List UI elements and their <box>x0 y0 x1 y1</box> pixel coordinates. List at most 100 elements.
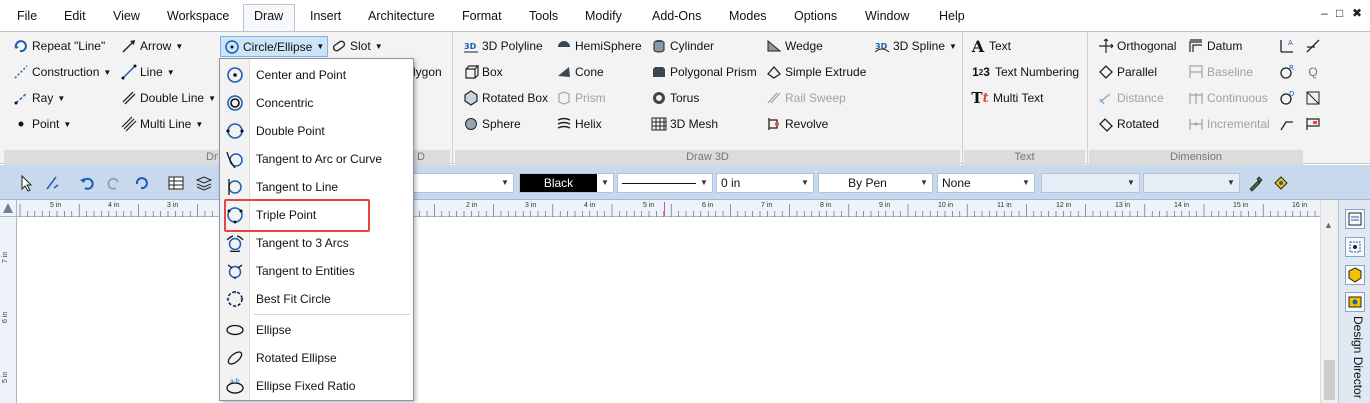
spreadsheet-icon[interactable] <box>167 174 185 192</box>
repeat-line-button[interactable]: Repeat "Line" <box>13 35 105 57</box>
resources-panel-icon[interactable] <box>1345 292 1365 312</box>
menu-item-tangent-to-arc-or-curve[interactable]: Tangent to Arc or Curve <box>220 146 413 172</box>
menu-format[interactable]: Format <box>462 9 502 23</box>
fill-select[interactable]: None ▼ <box>937 173 1035 193</box>
multi-text-button[interactable]: Tt Multi Text <box>970 87 1043 109</box>
rail-sweep-button[interactable]: Rail Sweep <box>766 87 846 109</box>
cube-panel-icon[interactable] <box>1345 265 1365 285</box>
pen-select[interactable]: By Pen ▼ <box>818 173 933 193</box>
menu-item-best-fit-circle[interactable]: Best Fit Circle <box>220 286 413 312</box>
selection-panel-icon[interactable] <box>1345 237 1365 257</box>
menu-item-tangent-to-entities[interactable]: Tangent to Entities <box>220 258 413 284</box>
menu-item-center-and-point[interactable]: Center and Point <box>220 62 413 88</box>
ruler-origin[interactable] <box>0 200 17 217</box>
text-button[interactable]: A Text <box>970 35 1011 57</box>
menu-architecture[interactable]: Architecture <box>368 9 435 23</box>
text-numbering-button[interactable]: 123 Text Numbering <box>970 61 1079 83</box>
menu-item-double-point[interactable]: Double Point <box>220 118 413 144</box>
hemisphere-button[interactable]: HemiSphere <box>556 35 642 57</box>
redo-icon[interactable] <box>105 174 123 192</box>
pattern-select[interactable]: ▼ <box>410 173 514 193</box>
menu-add-ons[interactable]: Add-Ons <box>652 9 701 23</box>
3d-spline-button[interactable]: 3D 3D Spline ▼ <box>874 35 957 57</box>
radius-dimension-button[interactable]: R <box>1279 61 1295 83</box>
menu-item-concentric[interactable]: Concentric <box>220 90 413 116</box>
drawing-canvas[interactable] <box>17 217 1320 403</box>
vertical-scrollbar[interactable]: ▲ <box>1320 200 1338 403</box>
menu-help[interactable]: Help <box>939 9 965 23</box>
ray-button[interactable]: Ray ▼ <box>13 87 65 109</box>
parallel-button[interactable]: Parallel <box>1098 61 1157 83</box>
line-style-select[interactable]: ▼ <box>617 173 713 193</box>
menu-edit[interactable]: Edit <box>64 9 86 23</box>
scroll-up-icon[interactable]: ▲ <box>1324 220 1333 230</box>
thickness-select[interactable]: 0 in ▼ <box>716 173 814 193</box>
menu-item-rotated-ellipse[interactable]: Rotated Ellipse <box>220 345 413 371</box>
menu-view[interactable]: View <box>113 9 140 23</box>
arrow-button[interactable]: Arrow ▼ <box>121 35 183 57</box>
wedge-button[interactable]: Wedge <box>766 35 823 57</box>
slot-button[interactable]: Slot ▼ <box>331 35 383 57</box>
torus-button[interactable]: Torus <box>651 87 699 109</box>
layer-select[interactable]: ▼ <box>1041 173 1140 193</box>
close-button[interactable]: ✖ <box>1352 6 1362 20</box>
menu-workspace[interactable]: Workspace <box>167 9 229 23</box>
multi-line-button[interactable]: Multi Line ▼ <box>121 113 203 135</box>
diameter-dimension-button[interactable]: D <box>1279 87 1295 109</box>
menu-window[interactable]: Window <box>865 9 909 23</box>
menu-file[interactable]: File <box>17 9 37 23</box>
rotated-button[interactable]: Rotated <box>1098 113 1159 135</box>
sphere-button[interactable]: Sphere <box>463 113 521 135</box>
menu-tools[interactable]: Tools <box>529 9 558 23</box>
flag-button[interactable] <box>1305 113 1321 135</box>
slanted-dimension-button[interactable] <box>1305 35 1321 57</box>
cylinder-button[interactable]: Cylinder <box>651 35 714 57</box>
prism-button[interactable]: Prism <box>556 87 606 109</box>
polygonal-prism-button[interactable]: Polygonal Prism <box>651 61 757 83</box>
cone-button[interactable]: Cone <box>556 61 604 83</box>
distance-button[interactable]: Distance <box>1098 87 1164 109</box>
leader-button[interactable] <box>1279 113 1295 135</box>
class-select[interactable]: ▼ <box>1143 173 1240 193</box>
menu-item-ellipse[interactable]: Ellipse <box>220 317 413 343</box>
menu-draw[interactable]: Draw <box>254 9 283 23</box>
polygon-button[interactable]: lygon <box>413 61 442 83</box>
simple-extrude-button[interactable]: Simple Extrude <box>766 61 866 83</box>
angular-dimension-button[interactable]: A <box>1279 35 1295 57</box>
box-dimension-button[interactable] <box>1305 87 1321 109</box>
continuous-button[interactable]: Continuous <box>1188 87 1268 109</box>
baseline-button[interactable]: Baseline <box>1188 61 1253 83</box>
rotated-box-button[interactable]: Rotated Box <box>463 87 548 109</box>
helix-button[interactable]: Helix <box>556 113 602 135</box>
datum-button[interactable]: Datum <box>1188 35 1242 57</box>
properties-panel-icon[interactable] <box>1345 209 1365 229</box>
circle-ellipse-button[interactable]: Circle/Ellipse ▼ <box>220 36 329 57</box>
menu-modify[interactable]: Modify <box>585 9 622 23</box>
query-dimension-button[interactable]: Q <box>1305 61 1321 83</box>
menu-item-tangent-to-3-arcs[interactable]: Tangent to 3 Arcs <box>220 230 413 256</box>
construction-button[interactable]: Construction ▼ <box>13 61 111 83</box>
menu-item-tangent-to-line[interactable]: Tangent to Line <box>220 174 413 200</box>
layers-icon[interactable] <box>195 174 213 192</box>
eyedropper-icon[interactable] <box>1247 174 1265 192</box>
color-select[interactable]: Black ▼ <box>519 173 614 193</box>
menu-item-ellipse-fixed-ratio[interactable]: a:b Ellipse Fixed Ratio <box>220 373 413 399</box>
undo-icon[interactable] <box>78 174 96 192</box>
double-line-button[interactable]: Double Line ▼ <box>121 87 216 109</box>
select-arrow-icon[interactable] <box>18 174 36 192</box>
orthogonal-button[interactable]: Orthogonal <box>1098 35 1176 57</box>
box-button[interactable]: Box <box>463 61 503 83</box>
3d-mesh-button[interactable]: 3D Mesh <box>651 113 718 135</box>
paint-bucket-icon[interactable] <box>1272 174 1290 192</box>
scroll-thumb[interactable] <box>1324 360 1335 400</box>
revolve-button[interactable]: Revolve <box>766 113 828 135</box>
design-director-tab[interactable]: Design Director <box>1351 316 1365 399</box>
line-button[interactable]: Line ▼ <box>121 61 175 83</box>
repeat-command-icon[interactable] <box>133 174 151 192</box>
menu-modes[interactable]: Modes <box>729 9 767 23</box>
menu-options[interactable]: Options <box>794 9 837 23</box>
minimize-button[interactable]: – <box>1321 6 1328 20</box>
edit-node-icon[interactable] <box>44 174 62 192</box>
restore-button[interactable]: □ <box>1336 6 1343 20</box>
incremental-button[interactable]: Incremental <box>1188 113 1270 135</box>
